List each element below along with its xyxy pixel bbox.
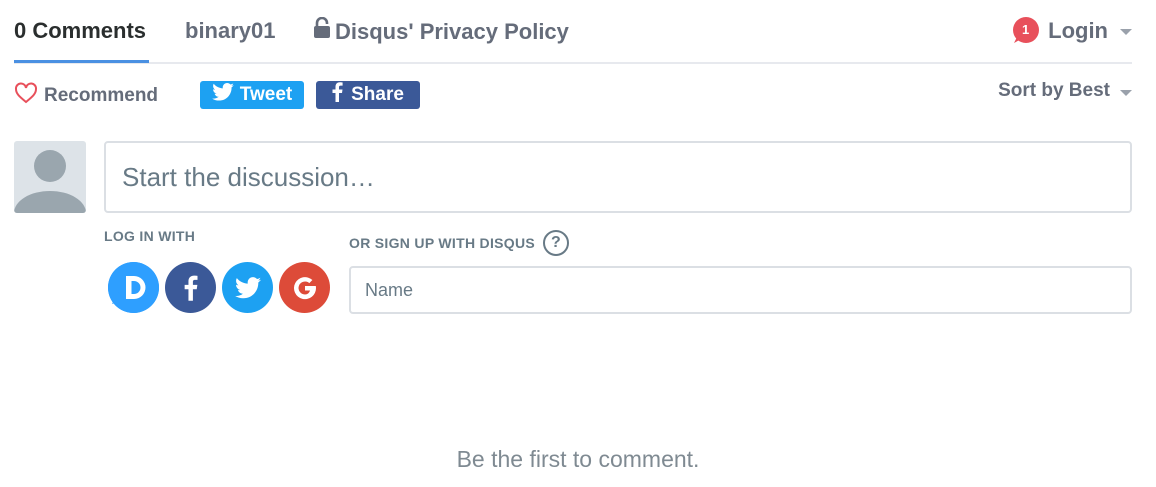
lock-icon [313, 16, 331, 46]
recommend-label: Recommend [44, 85, 159, 106]
login-label: Login [1048, 17, 1108, 43]
tab-comments[interactable]: 0 Comments [14, 17, 146, 45]
heart-icon [14, 82, 38, 110]
avatar [14, 141, 86, 213]
google-icon[interactable] [279, 262, 330, 313]
tweet-button[interactable]: Tweet [200, 81, 304, 109]
disqus-icon[interactable] [108, 262, 159, 313]
share-label: Share [351, 84, 404, 105]
comment-textarea[interactable]: Start the discussion… [104, 141, 1132, 213]
tab-privacy-policy[interactable]: Disqus' Privacy Policy [313, 16, 569, 46]
sort-dropdown[interactable]: Sort by Best [998, 80, 1132, 102]
tab-forum[interactable]: binary01 [185, 17, 276, 45]
name-field[interactable]: Name [349, 266, 1132, 314]
chevron-down-icon [1120, 29, 1132, 35]
sort-label: Sort by Best [998, 80, 1110, 101]
help-icon[interactable]: ? [543, 230, 570, 256]
tweet-label: Tweet [239, 84, 293, 105]
action-bar: Recommend Tweet Share Sort by Best [14, 80, 1132, 110]
chevron-down-icon [1120, 89, 1132, 96]
recommend-button[interactable]: Recommend [14, 82, 158, 110]
twitter-bird-icon [211, 83, 234, 107]
facebook-f-icon [332, 82, 343, 108]
notification-badge[interactable]: 1 [1011, 16, 1040, 45]
privacy-label: Disqus' Privacy Policy [335, 18, 569, 44]
empty-state-message: Be the first to comment. [456, 446, 700, 472]
twitter-icon[interactable] [222, 262, 273, 313]
login-menu[interactable]: 1 Login [1011, 16, 1132, 45]
share-button[interactable]: Share [316, 81, 420, 109]
facebook-icon[interactable] [165, 262, 216, 313]
comment-nav: 0 Comments binary01 Disqus' Privacy Poli… [14, 0, 1132, 64]
active-tab-indicator [14, 60, 149, 63]
login-with-label: LOG IN WITH [104, 228, 196, 244]
signup-label: OR SIGN UP WITH DISQUS ? [349, 230, 570, 256]
social-login-buttons [108, 262, 330, 313]
signup-text: OR SIGN UP WITH DISQUS [349, 235, 536, 251]
notification-count: 1 [1022, 22, 1030, 37]
